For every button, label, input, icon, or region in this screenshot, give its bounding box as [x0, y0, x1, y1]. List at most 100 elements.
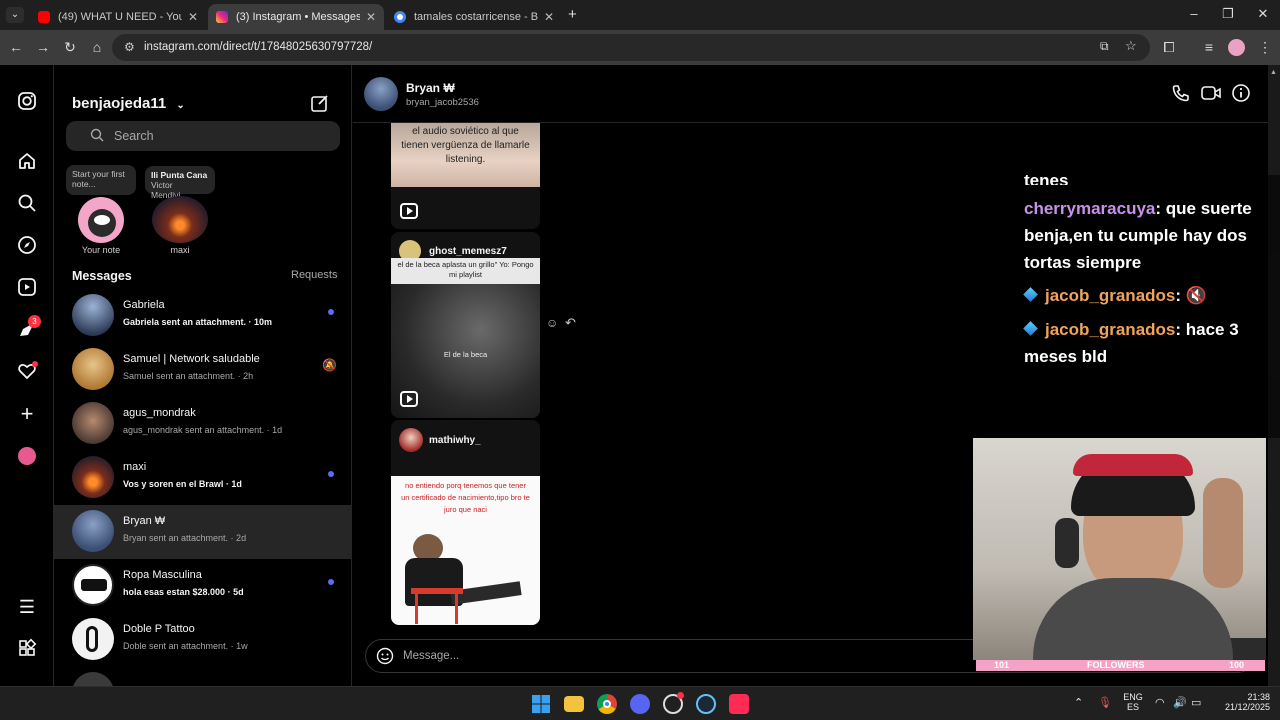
stream-chat-line: tenes	[1024, 167, 1068, 185]
bookmark-star-icon[interactable]: ☆	[1125, 38, 1137, 54]
chat-username: jacob_granados	[1045, 286, 1176, 305]
conversation-name: Bryan ₩	[123, 515, 166, 527]
chat-name[interactable]: Bryan ₩	[406, 81, 455, 95]
install-app-icon[interactable]: ⧉	[1100, 39, 1109, 54]
menu-icon[interactable]: ⋮	[1256, 39, 1274, 56]
threads-grid-icon[interactable]	[16, 638, 38, 660]
conversation-item[interactable]: maxi Vos y soren en el Brawl · 1d	[54, 451, 352, 505]
new-tab-button[interactable]: +	[568, 6, 577, 23]
date: 21/12/2025	[1224, 702, 1270, 712]
file-explorer-icon[interactable]	[564, 696, 584, 712]
minimize-icon[interactable]: –	[1184, 6, 1204, 21]
conversation-preview: Bryan sent an attachment. · 2d	[123, 533, 247, 543]
close-tab-icon[interactable]: ✕	[366, 10, 376, 24]
reel-thumbnail: no entiendo porq tenemos que tener un ce…	[391, 476, 540, 625]
tab-instagram[interactable]: (3) Instagram • Messages ✕	[208, 4, 384, 30]
profile-avatar[interactable]	[1228, 39, 1245, 56]
volume-icon[interactable]: 🔊	[1173, 696, 1187, 709]
tab-youtube[interactable]: (49) WHAT U NEED - YouTube ✕	[30, 4, 206, 30]
hamburger-menu-icon[interactable]: ☰	[16, 596, 38, 618]
conversation-name: maxi	[123, 461, 147, 473]
steam-icon[interactable]	[696, 694, 716, 714]
search-input[interactable]: Search	[66, 121, 340, 151]
chat-avatar[interactable]	[364, 77, 398, 111]
instagram-logo-icon[interactable]	[16, 91, 38, 113]
search-icon[interactable]	[16, 193, 38, 215]
conversation-item[interactable]: Samuel | Network saludable Samuel sent a…	[54, 343, 352, 397]
reply-icon[interactable]: ↶	[565, 315, 576, 331]
game-app-icon[interactable]	[663, 692, 684, 714]
tab-title: (49) WHAT U NEED - YouTube	[58, 11, 182, 23]
discord-icon[interactable]	[630, 694, 650, 714]
requests-link[interactable]: Requests	[291, 269, 337, 281]
conversation-item[interactable]: Doble P Tattoo Doble sent an attachment.…	[54, 613, 352, 667]
home-icon[interactable]	[16, 151, 38, 173]
close-tab-icon[interactable]: ✕	[544, 10, 554, 24]
forward-icon[interactable]: →	[34, 39, 52, 55]
create-plus-icon[interactable]: +	[16, 403, 38, 425]
language-indicator[interactable]: ENG ES	[1120, 692, 1146, 712]
search-placeholder: Search	[114, 129, 154, 143]
media-control-icon[interactable]: ≡	[1200, 39, 1218, 55]
site-info-icon[interactable]: ⚙	[124, 40, 135, 54]
info-icon[interactable]	[1230, 83, 1252, 105]
conversation-item[interactable]: agus_mondrak agus_mondrak sent an attach…	[54, 397, 352, 451]
phone-call-icon[interactable]	[1170, 83, 1192, 105]
conversation-preview: agus_mondrak sent an attachment. · 1d	[123, 425, 283, 435]
avatar	[72, 672, 114, 686]
conversation-item[interactable]: Ropa Masculina hola esas estan $28.000 ·…	[54, 559, 352, 613]
close-tab-icon[interactable]: ✕	[188, 10, 198, 24]
conversation-item-selected[interactable]: Bryan ₩ Bryan sent an attachment. · 2d	[54, 505, 352, 559]
home-icon[interactable]: ⌂	[88, 39, 106, 55]
explore-icon[interactable]	[16, 235, 38, 257]
extensions-icon[interactable]: ⧠	[1160, 39, 1178, 56]
shared-reel[interactable]: mathiwhy_ no entiendo porq tenemos que t…	[391, 420, 540, 625]
conversation-item-partial[interactable]	[54, 667, 352, 686]
chrome-icon[interactable]	[597, 694, 617, 714]
windows-start-icon[interactable]	[531, 694, 551, 714]
stream-chat-overlay: tenes cherrymaracuya: que suerte benja,e…	[1017, 171, 1280, 438]
followers-goal: 100	[1229, 660, 1245, 670]
tab-search-button[interactable]: ⌄	[6, 7, 24, 23]
chat-handle: bryan_jacob2536	[406, 97, 479, 108]
battery-icon[interactable]: ▭	[1191, 696, 1201, 709]
clock[interactable]: 21:38 21/12/2025	[1214, 692, 1270, 712]
tab-google[interactable]: tamales costarricense - Buscar c ✕	[386, 4, 562, 30]
microphone-icon[interactable]: 🎙	[1098, 696, 1112, 709]
wifi-icon[interactable]: ◠	[1155, 696, 1165, 709]
unread-dot	[328, 309, 334, 315]
conversation-preview: hola esas estan $28.000 · 5d	[123, 587, 244, 597]
own-note-text: Start your first note...	[72, 169, 125, 189]
reels-icon[interactable]	[16, 277, 38, 299]
profile-avatar-icon[interactable]	[16, 445, 38, 467]
friend-note-avatar[interactable]	[152, 196, 208, 243]
conversation-item[interactable]: Gabriela Gabriela sent an attachment. · …	[54, 289, 352, 343]
conversation-preview: Gabriela sent an attachment. · 10m	[123, 317, 273, 327]
conversation-name: Doble P Tattoo	[123, 623, 195, 635]
conversation-name: Ropa Masculina	[123, 569, 202, 581]
reload-icon[interactable]: ↻	[61, 39, 79, 56]
account-switcher[interactable]: benjaojeda11 ⌄	[72, 95, 185, 112]
tray-overflow-icon[interactable]: ⌃	[1074, 696, 1083, 709]
conversation-name: agus_mondrak	[123, 407, 196, 419]
shared-reel[interactable]: el audio soviético al que tienen vergüen…	[391, 123, 540, 229]
react-emoji-icon[interactable]: ☺	[546, 316, 558, 330]
note-song-title: Punta Cana	[160, 170, 208, 180]
own-note-avatar[interactable]	[78, 197, 124, 243]
url-field[interactable]: ⚙ instagram.com/direct/t/178480256307977…	[112, 34, 1150, 61]
google-icon	[394, 11, 406, 23]
address-bar: ← → ↻ ⌂ ⚙ instagram.com/direct/t/1784802…	[0, 30, 1280, 65]
friend-note-bubble[interactable]: Ili Punta Cana Victor Mendivi...	[145, 166, 215, 200]
tiktok-icon[interactable]	[729, 694, 749, 714]
shared-reel[interactable]: ghost_memesz7 el de la beca aplasta un g…	[391, 232, 540, 418]
video-call-icon[interactable]	[1200, 83, 1222, 105]
own-note-bubble[interactable]: Start your first note...	[66, 165, 136, 195]
close-window-icon[interactable]: ✕	[1253, 6, 1273, 22]
emoji-picker-icon[interactable]	[376, 647, 394, 670]
heart-icon[interactable]	[16, 361, 38, 383]
maximize-icon[interactable]: ❐	[1218, 6, 1238, 22]
search-icon	[90, 128, 104, 147]
back-icon[interactable]: ←	[7, 39, 25, 55]
messenger-icon[interactable]: 3	[16, 315, 41, 341]
new-message-icon[interactable]	[310, 93, 330, 113]
